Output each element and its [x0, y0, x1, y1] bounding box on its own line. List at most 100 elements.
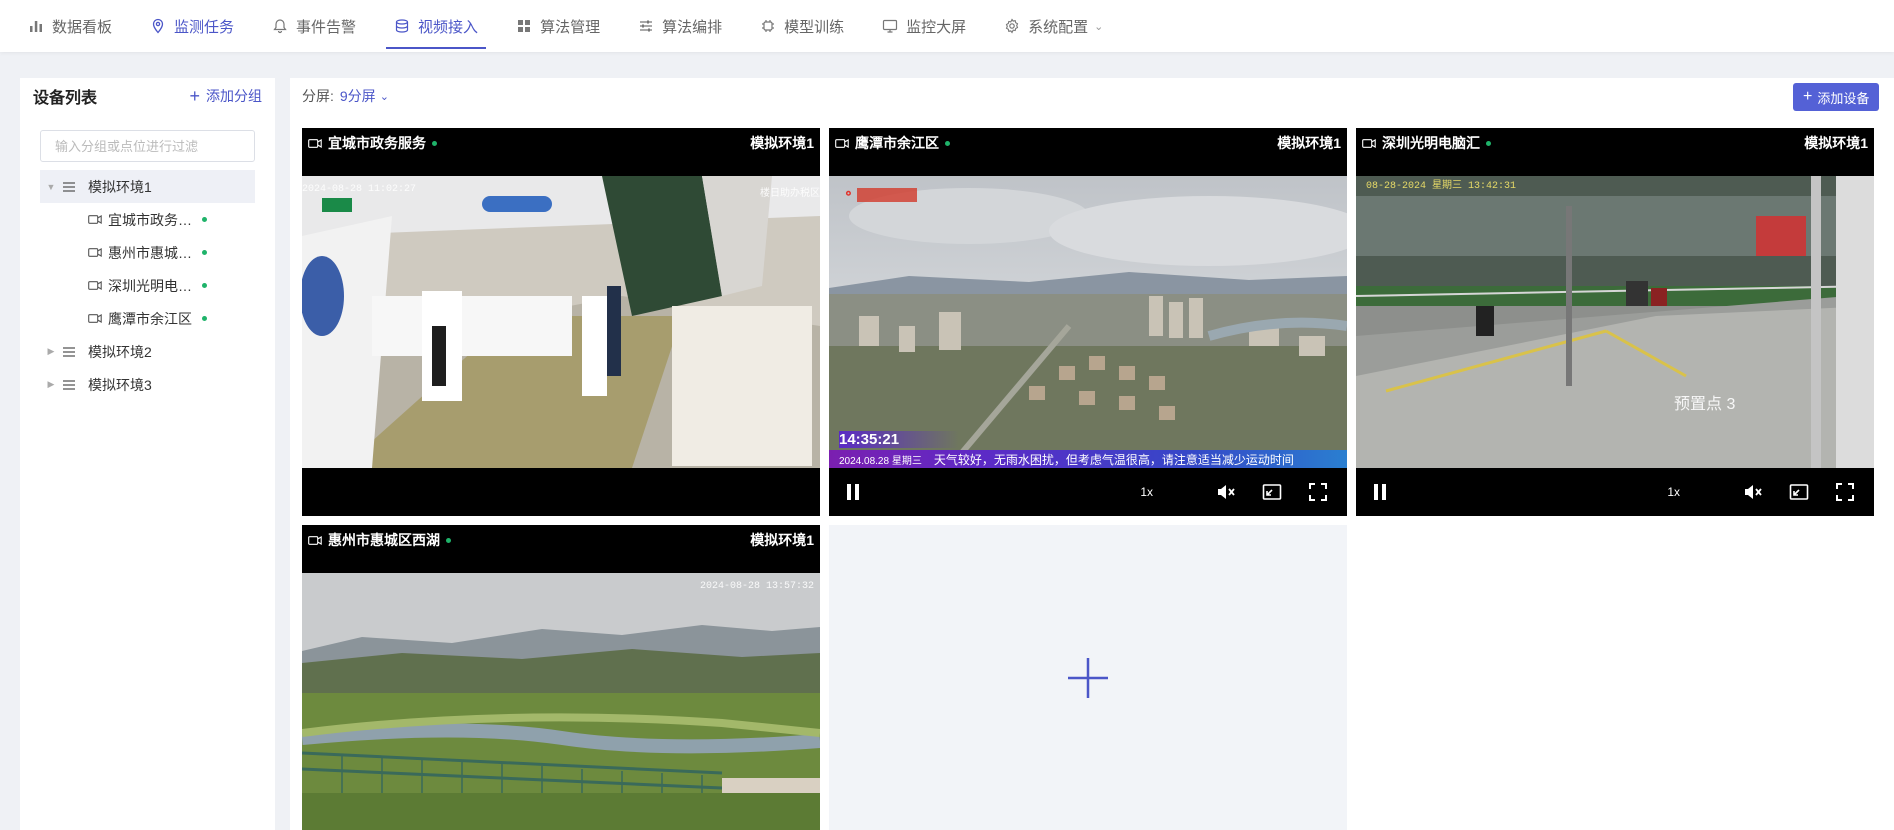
add-device-button[interactable]: + 添加设备	[1793, 83, 1880, 111]
pause-icon[interactable]	[847, 484, 859, 500]
nav-item-system-config[interactable]: 系统配置 ⌄	[996, 0, 1111, 52]
list-icon	[62, 346, 88, 358]
picture-in-picture-icon[interactable]	[1261, 481, 1283, 503]
pause-icon[interactable]	[1374, 484, 1386, 500]
fullscreen-icon[interactable]	[1834, 481, 1856, 503]
caret-right-icon[interactable]: ▶	[40, 346, 62, 357]
nav-label: 监测任务	[174, 18, 235, 36]
sliders-icon	[640, 20, 653, 32]
mute-icon[interactable]	[1742, 481, 1764, 503]
nav-label: 算法编排	[662, 18, 723, 36]
svg-text:⚬: ⚬	[843, 186, 854, 201]
list-icon	[62, 181, 88, 193]
camera-icon	[88, 313, 108, 324]
nav-label: 监控大屏	[906, 18, 967, 36]
filter-input[interactable]	[40, 130, 255, 162]
player-controls: 1x	[1356, 468, 1874, 516]
tree-device-item[interactable]: 惠州市惠城…	[40, 236, 255, 269]
gear-icon	[1005, 18, 1019, 34]
tree-group-label: 模拟环境3	[88, 376, 152, 393]
camera-name: 惠州市惠城区西湖	[328, 532, 440, 548]
video-tile[interactable]: 宜城市政务服务 模拟环境1 2024-08-28 11:02:27 楼日助办税区	[302, 128, 820, 516]
monitor-icon	[883, 19, 898, 33]
online-status-dot	[1486, 140, 1491, 146]
tree-group-env1[interactable]: ▼ 模拟环境1	[40, 170, 255, 203]
camera-name: 宜城市政务服务	[328, 135, 426, 151]
caret-right-icon[interactable]: ▶	[40, 379, 62, 390]
online-status-dot	[202, 250, 207, 255]
chevron-down-icon: ⌄	[379, 90, 389, 103]
caret-down-icon[interactable]: ▼	[40, 182, 62, 192]
device-label: 惠州市惠城…	[108, 244, 192, 261]
player-controls: 1x	[829, 468, 1347, 516]
plus-icon: +	[189, 86, 200, 106]
environment-label: 模拟环境1	[750, 135, 814, 151]
nav-item-algorithm-management[interactable]: 算法管理	[508, 0, 608, 52]
nav-label: 事件告警	[296, 18, 357, 36]
tree-group-env3[interactable]: ▶ 模拟环境3	[40, 368, 255, 401]
nav-item-monitor-task[interactable]: 监测任务	[142, 0, 242, 52]
chevron-down-icon: ⌄	[1094, 20, 1104, 33]
chip-icon	[762, 20, 775, 32]
video-frame: 2024-08-28 13:57:32	[302, 573, 820, 830]
top-nav: 数据看板 监测任务 事件告警 视频接入 算法管理 算法编排 模型训练 监控大屏 …	[0, 0, 1894, 52]
online-status-dot	[202, 283, 207, 288]
video-frame: ⚬ 14:35:21 2024.08.28 星期三 天气较好，无雨水困扰，但考虑…	[829, 176, 1347, 468]
video-tile[interactable]: 鹰潭市余江区 模拟环境1 ⚬ 14:35:21 2024.08.28 星期三 天…	[829, 128, 1347, 516]
nav-item-monitor-screen[interactable]: 监控大屏	[874, 0, 974, 52]
camera-icon	[308, 138, 322, 148]
split-value: 9分屏	[339, 88, 376, 104]
nav-label: 算法管理	[540, 18, 601, 36]
nav-item-dashboard[interactable]: 数据看板	[20, 0, 120, 52]
weather-ticker: 2024.08.28 星期三 天气较好，无雨水困扰，但考虑气温很高，请注意适当减…	[829, 450, 1347, 468]
add-video-slot[interactable]	[829, 525, 1347, 830]
tree-device-item[interactable]: 宜城市政务…	[40, 203, 255, 236]
plus-icon: +	[1803, 88, 1813, 105]
ticker-text: 天气较好，无雨水困扰，但考虑气温很高，请注意适当减少运动时间	[933, 452, 1294, 467]
picture-in-picture-icon[interactable]	[1788, 481, 1810, 503]
video-wall-panel: 分屏: 9分屏 ⌄ + 添加设备 宜城市政务服务 模拟环境1 2024-08-2…	[290, 78, 1894, 830]
video-time: 14:35:21	[839, 431, 960, 448]
panel-title: 设备列表	[33, 90, 98, 107]
list-icon	[62, 379, 88, 391]
tile-header: 宜城市政务服务 模拟环境1	[302, 128, 820, 158]
nav-item-model-training[interactable]: 模型训练	[752, 0, 852, 52]
video-overlay-text: 楼日助办税区	[760, 189, 820, 200]
nav-item-algorithm-orchestration[interactable]: 算法编排	[630, 0, 730, 52]
device-label: 深圳光明电…	[108, 277, 192, 294]
tree-group-label: 模拟环境2	[88, 343, 152, 360]
tree-device-item[interactable]: 深圳光明电…	[40, 269, 255, 302]
online-status-dot	[446, 537, 451, 543]
playback-rate[interactable]: 1x	[1140, 485, 1153, 499]
mute-icon[interactable]	[1215, 481, 1237, 503]
online-status-dot	[202, 316, 207, 321]
camera-icon	[308, 535, 322, 545]
nav-item-event-alarm[interactable]: 事件告警	[264, 0, 364, 52]
fullscreen-icon[interactable]	[1307, 481, 1329, 503]
video-timestamp: 2024-08-28 13:57:32	[699, 581, 814, 592]
split-toolbar: 分屏: 9分屏 ⌄	[290, 78, 1894, 114]
playback-rate[interactable]: 1x	[1667, 485, 1680, 499]
online-status-dot	[432, 140, 437, 146]
bar-chart-icon	[30, 21, 42, 32]
camera-icon	[88, 280, 108, 291]
camera-icon	[88, 247, 108, 258]
tile-header: 惠州市惠城区西湖 模拟环境1	[302, 525, 820, 555]
camera-name: 鹰潭市余江区	[855, 135, 939, 151]
split-select[interactable]: 9分屏 ⌄	[340, 86, 389, 106]
device-tree: ▼ 模拟环境1 宜城市政务… 惠州市惠城… 深圳光明电… 鹰潭市余江区 ▶ 模拟…	[40, 170, 255, 401]
tree-device-item[interactable]: 鹰潭市余江区	[40, 302, 255, 335]
ticker-date: 2024.08.28 星期三	[839, 455, 922, 467]
device-label: 鹰潭市余江区	[108, 310, 192, 327]
nav-label: 数据看板	[52, 18, 113, 36]
environment-label: 模拟环境1	[1277, 135, 1341, 151]
environment-label: 模拟环境1	[750, 532, 814, 548]
tree-group-env2[interactable]: ▶ 模拟环境2	[40, 335, 255, 368]
nav-item-video-access[interactable]: 视频接入	[386, 0, 487, 52]
add-group-button[interactable]: + 添加分组	[189, 86, 262, 106]
video-tile[interactable]: 深圳光明电脑汇 模拟环境1 08-28-2024 星期三 13:42:31 预置…	[1356, 128, 1874, 516]
bell-icon	[273, 19, 287, 34]
camera-name: 深圳光明电脑汇	[1382, 135, 1480, 151]
nav-label: 视频接入	[418, 18, 479, 36]
video-tile[interactable]: 惠州市惠城区西湖 模拟环境1 2024-08-28 13:57:32	[302, 525, 820, 830]
